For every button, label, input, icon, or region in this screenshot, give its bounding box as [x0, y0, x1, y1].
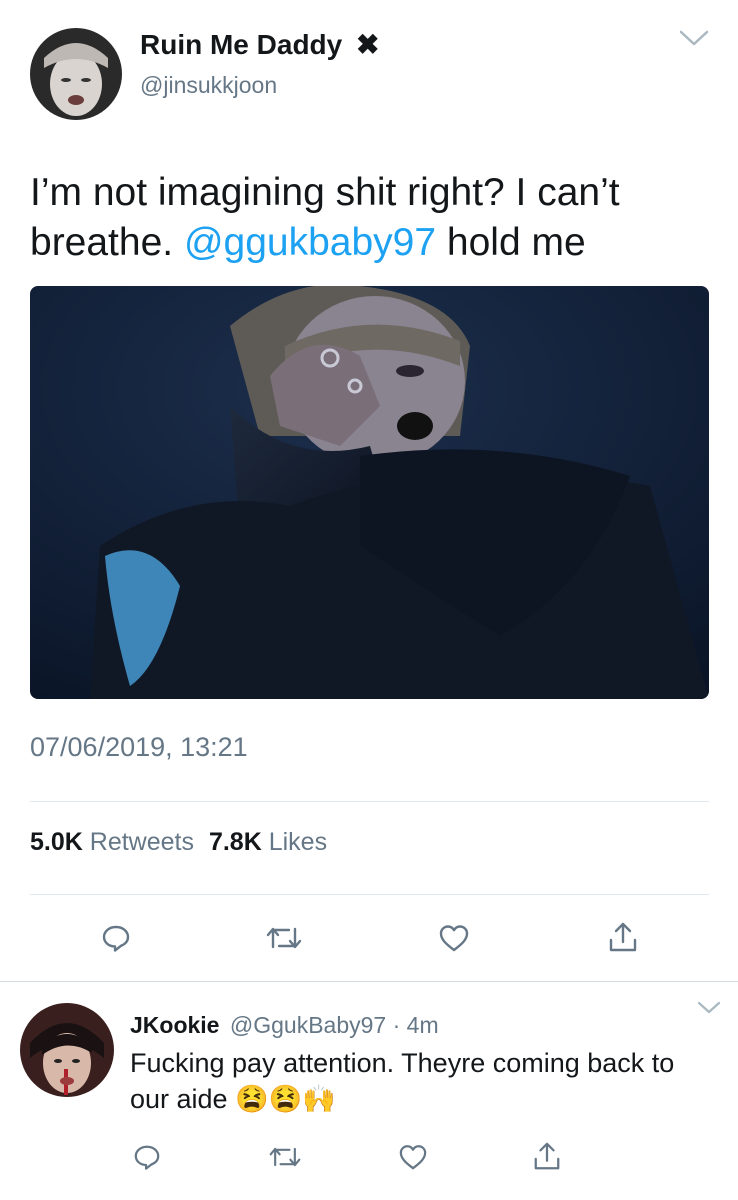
author-display-name[interactable]: Ruin Me Daddy ✖ — [140, 28, 379, 62]
retweet-icon[interactable] — [264, 920, 304, 956]
likes-count: 7.8K — [208, 828, 262, 856]
share-icon[interactable] — [605, 918, 641, 956]
tweet-text-part2: hold me — [446, 221, 586, 264]
reply-chevron-down-icon[interactable] — [696, 1000, 722, 1016]
like-icon[interactable] — [436, 920, 472, 956]
mention-link[interactable]: @ggukbaby97 — [184, 221, 436, 264]
likes-stat[interactable]: 7.8K Likes — [209, 828, 327, 856]
reply-handle[interactable]: @GgukBaby97 — [230, 1012, 386, 1038]
retweets-count: 5.0K — [30, 828, 83, 856]
divider-thread — [0, 981, 738, 982]
display-name-text: Ruin Me Daddy — [140, 29, 343, 60]
chevron-down-icon[interactable] — [678, 28, 710, 48]
reply-header: JKookie @GgukBaby97 · 4m — [130, 1010, 439, 1040]
name-emoji: ✖ — [356, 29, 380, 60]
reply-share-icon[interactable] — [530, 1138, 564, 1174]
tweet-photo[interactable] — [30, 286, 709, 699]
reply-emojis: 😫😫🙌 — [235, 1084, 336, 1114]
tweet-stats: 5.0K Retweets 7.8K Likes — [30, 826, 327, 858]
retweets-stat[interactable]: 5.0K Retweets — [30, 828, 201, 856]
tweet-text: I’m not imagining shit right? I can’t br… — [30, 168, 710, 268]
reply-text-body: Fucking pay attention. Theyre coming bac… — [130, 1048, 675, 1114]
author-handle[interactable]: @jinsukkjoon — [140, 70, 277, 100]
reply-display-name[interactable]: JKookie — [130, 1012, 219, 1038]
divider-top-stats — [30, 801, 709, 802]
retweets-label: Retweets — [89, 828, 194, 856]
reply-time[interactable]: 4m — [407, 1012, 439, 1038]
reply-like-icon[interactable] — [396, 1140, 430, 1174]
reply-icon[interactable] — [98, 920, 134, 956]
reply-reply-icon[interactable] — [130, 1140, 164, 1174]
reply-author-avatar[interactable] — [20, 1003, 114, 1097]
author-avatar[interactable] — [30, 28, 122, 120]
reply-text: Fucking pay attention. Theyre coming bac… — [130, 1045, 720, 1117]
reply-separator: · — [392, 1012, 401, 1038]
tweet-timestamp[interactable]: 07/06/2019, 13:21 — [30, 730, 248, 764]
likes-label: Likes — [268, 828, 328, 856]
divider-bottom-stats — [30, 894, 709, 895]
reply-retweet-icon[interactable] — [266, 1140, 304, 1174]
